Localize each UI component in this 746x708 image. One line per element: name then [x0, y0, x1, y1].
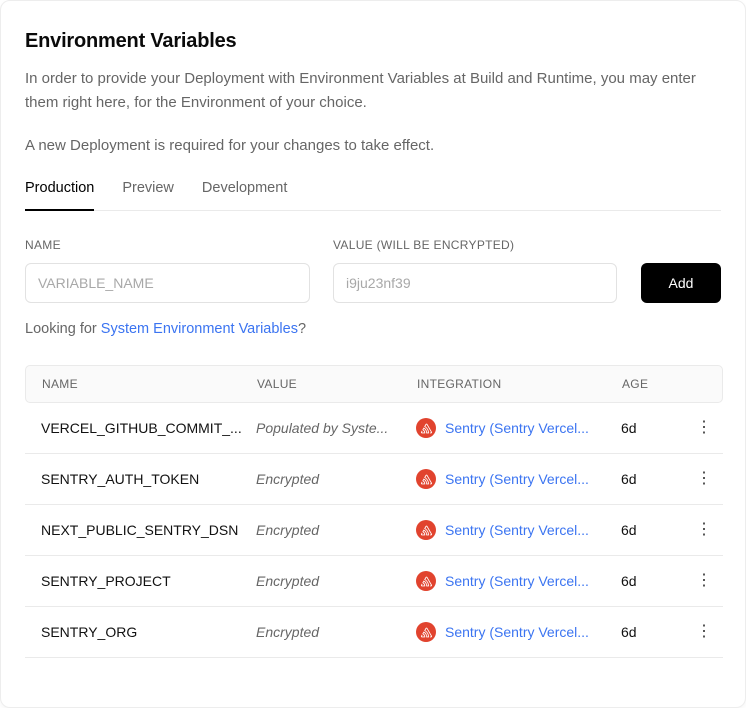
- tab-production[interactable]: Production: [25, 180, 94, 211]
- row-kebab-menu-icon[interactable]: ⋮: [690, 416, 718, 440]
- description-text: In order to provide your Deployment with…: [25, 67, 701, 115]
- system-env-hint: Looking for System Environment Variables…: [25, 321, 721, 337]
- integration-link[interactable]: Sentry (Sentry Vercel...: [445, 420, 589, 436]
- sentry-logo-icon: [416, 469, 436, 489]
- tab-development[interactable]: Development: [202, 180, 287, 211]
- sentry-logo-icon: [416, 622, 436, 642]
- variable-value-input[interactable]: [333, 263, 617, 303]
- env-var-integration: Sentry (Sentry Vercel...: [416, 520, 621, 540]
- sentry-logo-icon: [416, 520, 436, 540]
- env-var-age: 6d: [621, 624, 685, 640]
- env-var-age: 6d: [621, 420, 685, 436]
- sentry-logo-icon: [416, 418, 436, 438]
- env-var-value: Populated by Syste...: [256, 420, 416, 436]
- column-header-integration: INTEGRATION: [417, 377, 622, 391]
- row-menu-cell: ⋮: [685, 416, 723, 440]
- env-var-name: SENTRY_PROJECT: [25, 573, 256, 589]
- row-menu-cell: ⋮: [685, 467, 723, 491]
- add-variable-form: NAME VALUE (WILL BE ENCRYPTED) Add: [25, 238, 721, 303]
- environment-tabs: Production Preview Development: [25, 180, 721, 211]
- table-row: NEXT_PUBLIC_SENTRY_DSN Encrypted Sentry …: [25, 505, 723, 556]
- page-title: Environment Variables: [25, 1, 721, 53]
- env-var-age: 6d: [621, 522, 685, 538]
- row-menu-cell: ⋮: [685, 620, 723, 644]
- column-header-age: AGE: [622, 377, 686, 391]
- row-kebab-menu-icon[interactable]: ⋮: [690, 620, 718, 644]
- row-menu-cell: ⋮: [685, 569, 723, 593]
- table-row: SENTRY_ORG Encrypted Sentry (Sentry Verc…: [25, 607, 723, 658]
- sentry-logo-icon: [416, 571, 436, 591]
- env-var-integration: Sentry (Sentry Vercel...: [416, 469, 621, 489]
- value-field-label: VALUE (WILL BE ENCRYPTED): [333, 238, 617, 252]
- hint-suffix: ?: [298, 321, 306, 337]
- env-var-integration: Sentry (Sentry Vercel...: [416, 622, 621, 642]
- table-header-row: NAME VALUE INTEGRATION AGE: [25, 365, 723, 403]
- env-var-value: Encrypted: [256, 624, 416, 640]
- row-kebab-menu-icon[interactable]: ⋮: [690, 467, 718, 491]
- column-header-value: VALUE: [257, 377, 417, 391]
- hint-prefix: Looking for: [25, 321, 101, 337]
- env-var-value: Encrypted: [256, 522, 416, 538]
- tab-preview[interactable]: Preview: [122, 180, 174, 211]
- integration-link[interactable]: Sentry (Sentry Vercel...: [445, 471, 589, 487]
- integration-link[interactable]: Sentry (Sentry Vercel...: [445, 624, 589, 640]
- table-row: SENTRY_PROJECT Encrypted Sentry (Sentry …: [25, 556, 723, 607]
- integration-link[interactable]: Sentry (Sentry Vercel...: [445, 522, 589, 538]
- name-field-label: NAME: [25, 238, 310, 252]
- system-env-variables-link[interactable]: System Environment Variables: [101, 321, 298, 337]
- env-var-integration: Sentry (Sentry Vercel...: [416, 571, 621, 591]
- redeploy-note-text: A new Deployment is required for your ch…: [25, 135, 721, 157]
- env-var-name: VERCEL_GITHUB_COMMIT_...: [25, 420, 256, 436]
- env-var-value: Encrypted: [256, 573, 416, 589]
- variable-name-input[interactable]: [25, 263, 310, 303]
- env-var-age: 6d: [621, 573, 685, 589]
- env-variables-table: NAME VALUE INTEGRATION AGE VERCEL_GITHUB…: [25, 365, 723, 658]
- add-button[interactable]: Add: [641, 263, 721, 303]
- env-var-value: Encrypted: [256, 471, 416, 487]
- env-var-name: SENTRY_ORG: [25, 624, 256, 640]
- table-row: VERCEL_GITHUB_COMMIT_... Populated by Sy…: [25, 403, 723, 454]
- row-menu-cell: ⋮: [685, 518, 723, 542]
- row-kebab-menu-icon[interactable]: ⋮: [690, 518, 718, 542]
- env-var-name: NEXT_PUBLIC_SENTRY_DSN: [25, 522, 256, 538]
- row-kebab-menu-icon[interactable]: ⋮: [690, 569, 718, 593]
- env-var-age: 6d: [621, 471, 685, 487]
- env-var-name: SENTRY_AUTH_TOKEN: [25, 471, 256, 487]
- integration-link[interactable]: Sentry (Sentry Vercel...: [445, 573, 589, 589]
- env-var-integration: Sentry (Sentry Vercel...: [416, 418, 621, 438]
- environment-variables-panel: Environment Variables In order to provid…: [0, 0, 746, 708]
- column-header-name: NAME: [26, 377, 257, 391]
- table-row: SENTRY_AUTH_TOKEN Encrypted Sentry (Sent…: [25, 454, 723, 505]
